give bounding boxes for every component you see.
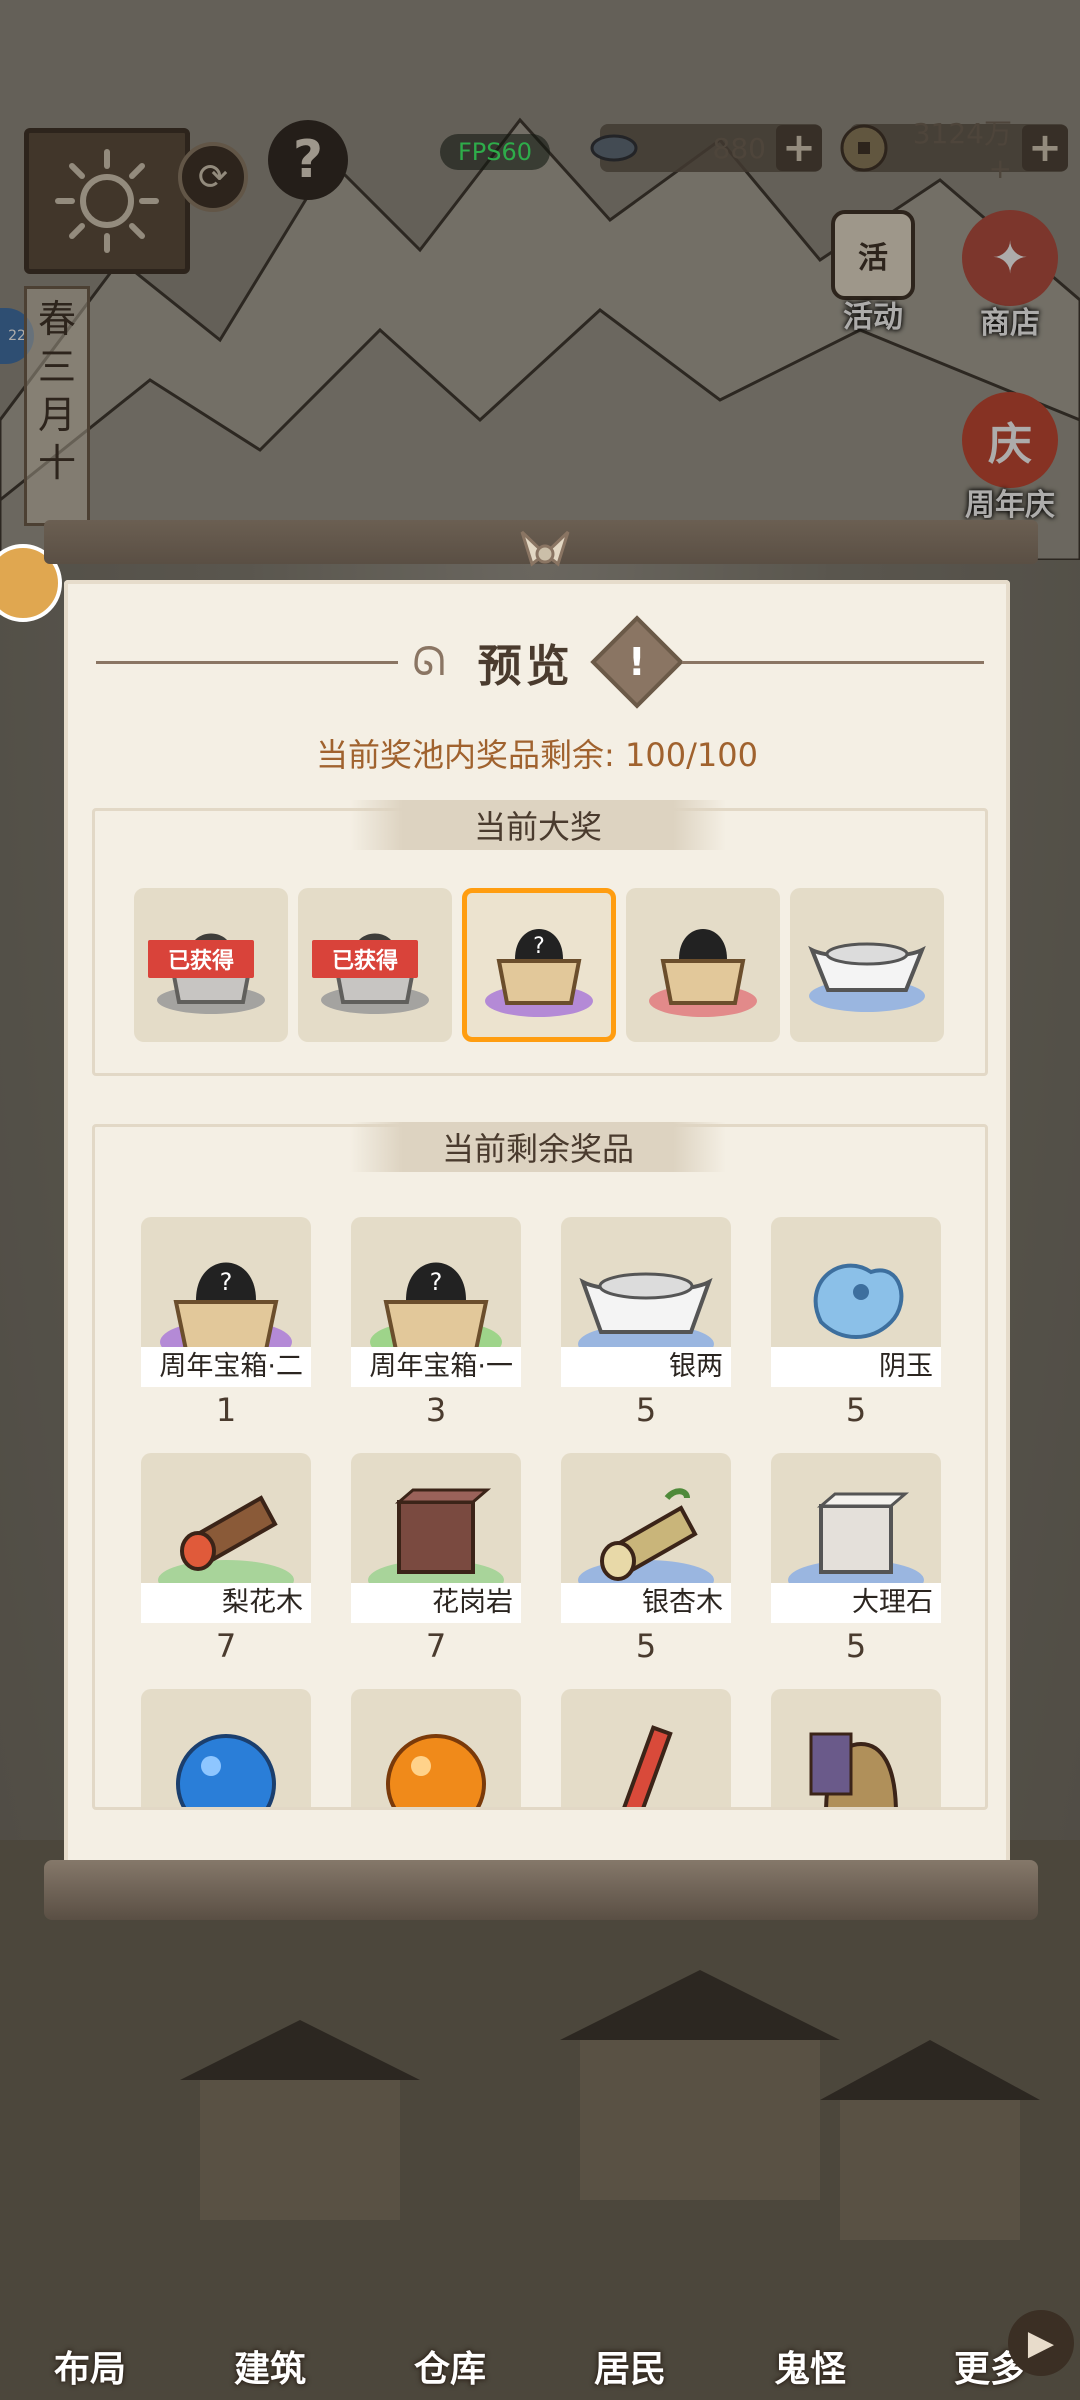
prize-name: 银两 <box>561 1347 731 1387</box>
prize-name: 梨花木 <box>141 1583 311 1623</box>
exclamation-icon: ! <box>627 640 646 684</box>
scroll-bottom-rod <box>44 1860 1038 1920</box>
prize-item[interactable]: 梨花木 7 <box>141 1453 311 1673</box>
obtained-tag: 已获得 <box>312 940 418 978</box>
prize-count: 1 <box>215 1391 237 1429</box>
obtained-tag: 已获得 <box>148 940 254 978</box>
cloud-ornament-icon: ᘏ <box>412 639 446 685</box>
prize-item[interactable] <box>771 1689 941 1807</box>
prize-item[interactable]: 银两 5 <box>561 1217 731 1437</box>
nav-warehouse[interactable]: 仓库 <box>375 2340 525 2392</box>
silver-ingot-icon <box>808 942 926 1012</box>
orange-orb-icon <box>386 1734 486 1807</box>
prize-name: 阴玉 <box>771 1347 941 1387</box>
grand-prize-row: 已获得 已获得 ? <box>134 888 944 1042</box>
blue-orb-icon <box>176 1734 276 1807</box>
prize-count: 5 <box>845 1627 867 1665</box>
modal-title: 预览 <box>477 641 574 692</box>
nav-warehouse-label: 仓库 <box>413 2349 486 2390</box>
prize-item[interactable] <box>351 1689 521 1807</box>
nav-residents-label: 居民 <box>593 2349 666 2390</box>
nav-ghosts-label: 鬼怪 <box>773 2349 846 2390</box>
prize-count: 7 <box>425 1627 447 1665</box>
mystery-chest-purple-icon: ? <box>485 929 593 1017</box>
nav-layout-label: 布局 <box>53 2349 126 2390</box>
ribbon-knot-icon <box>514 524 576 584</box>
grand-prize-slot[interactable]: 已获得 <box>134 888 288 1042</box>
nav-residents[interactable]: 居民 <box>555 2340 705 2392</box>
grand-prize-slot[interactable] <box>790 888 944 1042</box>
prize-item[interactable]: 花岗岩 7 <box>351 1453 521 1673</box>
prize-count: 3 <box>425 1391 447 1429</box>
divider <box>681 660 985 664</box>
prize-count: 5 <box>845 1391 867 1429</box>
prize-card <box>141 1689 311 1807</box>
info-button[interactable]: ! <box>589 615 684 709</box>
prize-card <box>771 1689 941 1807</box>
modal-header: ᘏ 预览 ! <box>96 615 985 709</box>
remaining-prize-section-label: 当前剩余奖品 <box>350 1122 726 1172</box>
nav-building-label: 建筑 <box>233 2349 306 2390</box>
prize-name: 银杏木 <box>561 1583 731 1623</box>
prize-name: 大理石 <box>771 1583 941 1623</box>
prize-item[interactable]: 大理石 5 <box>771 1453 941 1673</box>
prize-name: 周年宝箱·二 <box>141 1347 311 1387</box>
remaining-prize-frame: ? 周年宝箱·二 1 ? 周年宝箱·一 3 银两 5 阴玉 5 梨花木 7 花岗… <box>92 1124 988 1810</box>
prize-item[interactable] <box>141 1689 311 1807</box>
prize-count: 7 <box>215 1627 237 1665</box>
bottom-navigation: 布局 建筑 仓库 居民 鬼怪 更多 <box>0 2250 1080 2400</box>
svg-text:?: ? <box>220 1268 233 1296</box>
nav-ghosts[interactable]: 鬼怪 <box>735 2340 885 2392</box>
svg-text:?: ? <box>533 934 545 959</box>
prize-item[interactable]: 阴玉 5 <box>771 1217 941 1437</box>
prize-item[interactable]: ? 周年宝箱·二 1 <box>141 1217 311 1437</box>
grand-prize-slot[interactable] <box>626 888 780 1042</box>
nav-expand-arrow-icon[interactable]: ▶ <box>1008 2310 1074 2376</box>
prize-item[interactable] <box>561 1689 731 1807</box>
prize-item[interactable]: 银杏木 5 <box>561 1453 731 1673</box>
prize-pool-remaining: 当前奖池内奖品剩余: 100/100 <box>316 736 758 774</box>
prize-card <box>351 1689 521 1807</box>
svg-text:?: ? <box>430 1268 443 1296</box>
bell-icon <box>809 1732 898 1807</box>
prize-card <box>561 1689 731 1807</box>
grand-prize-slot[interactable]: 已获得 <box>298 888 452 1042</box>
mystery-chest-red-icon <box>649 929 757 1017</box>
nav-building[interactable]: 建筑 <box>195 2340 345 2392</box>
firecracker-icon <box>619 1725 673 1807</box>
prize-count: 5 <box>635 1627 657 1665</box>
grand-prize-section-label: 当前大奖 <box>350 800 726 850</box>
prize-name: 周年宝箱·一 <box>351 1347 521 1387</box>
prize-count: 5 <box>635 1391 657 1429</box>
divider <box>96 660 399 664</box>
grand-prize-slot-selected[interactable]: ? <box>462 888 616 1042</box>
nav-layout[interactable]: 布局 <box>15 2340 165 2392</box>
prize-item[interactable]: ? 周年宝箱·一 3 <box>351 1217 521 1437</box>
prize-name: 花岗岩 <box>351 1583 521 1623</box>
